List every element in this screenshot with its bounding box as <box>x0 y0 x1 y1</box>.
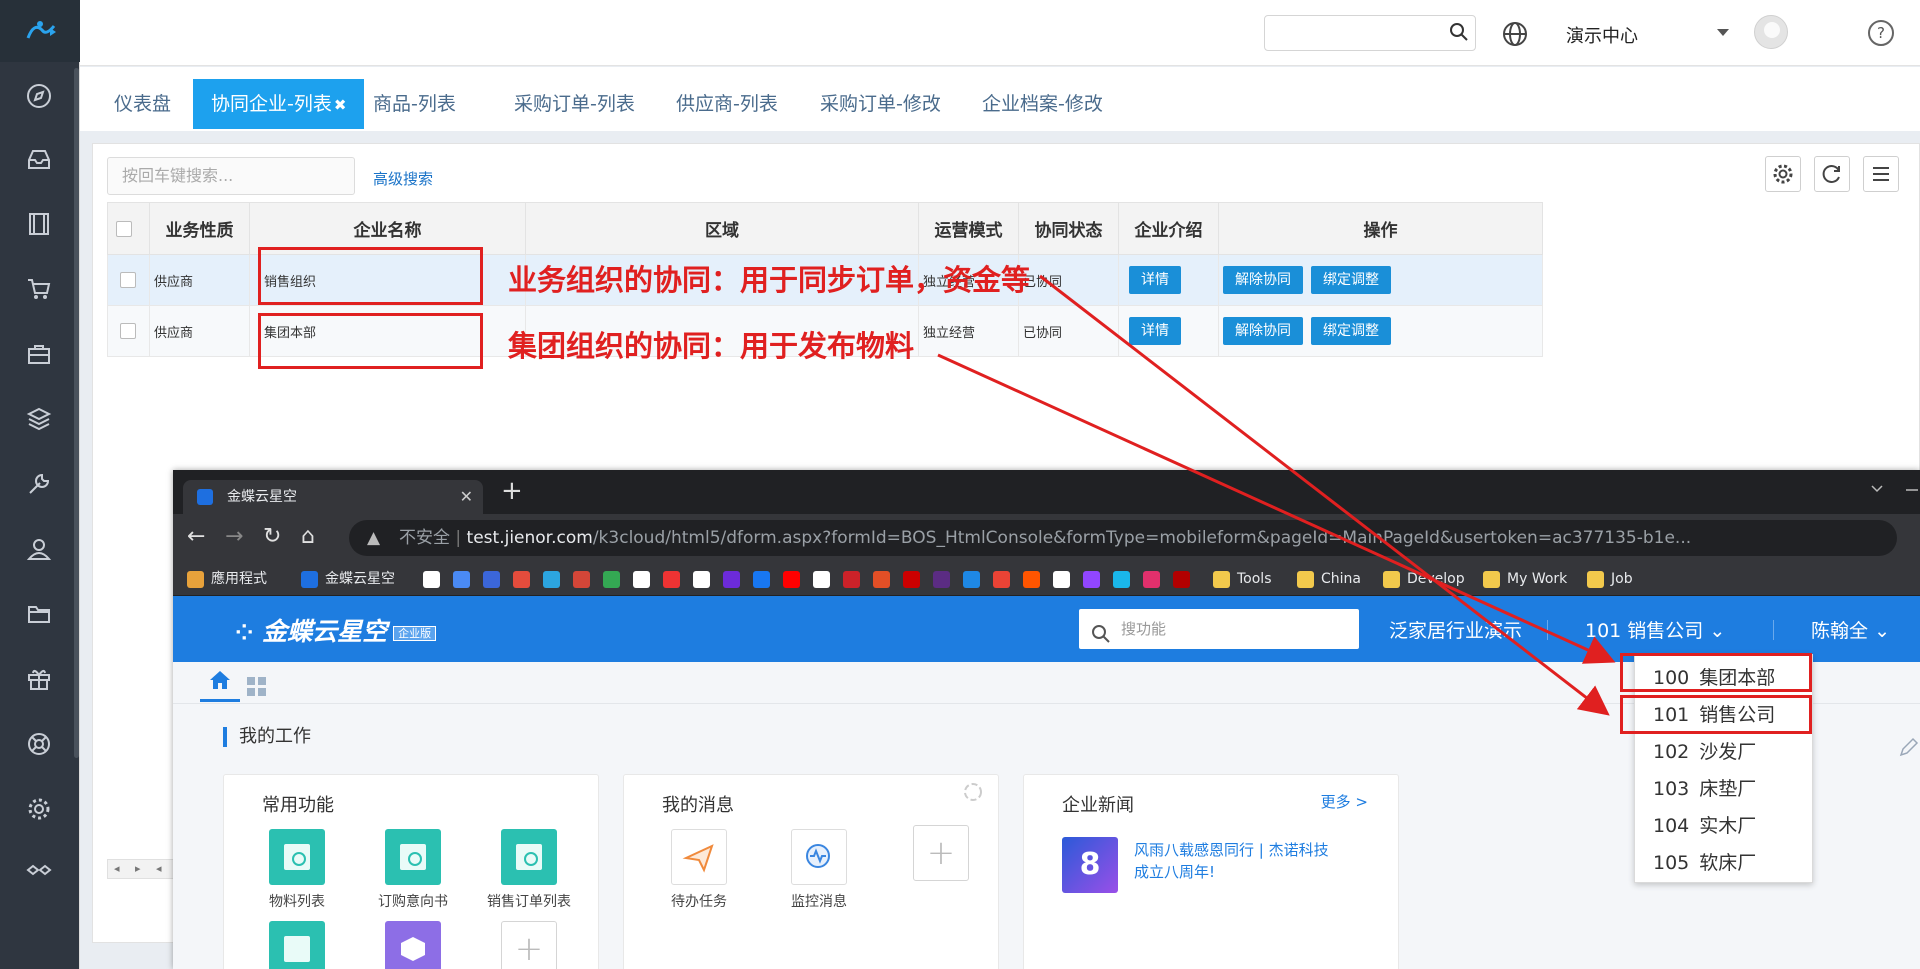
annotation-arrows <box>937 274 1616 716</box>
arrow-to-sales-company <box>1039 274 1610 716</box>
arrow-to-group-hq <box>937 353 1616 664</box>
